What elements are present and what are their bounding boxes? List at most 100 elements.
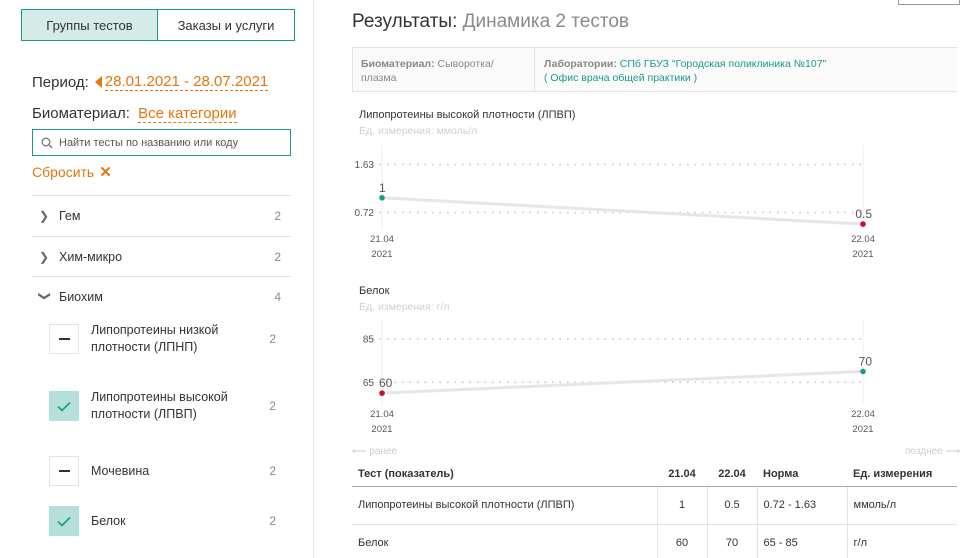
search-input[interactable] <box>59 136 279 149</box>
table-header-row: Тест (показатель) 21.04 22.04 Норма Ед. … <box>352 462 957 487</box>
arrow-left-icon: ⟵ <box>352 446 367 457</box>
data-label: 70 <box>859 354 873 368</box>
norm-label: 65 <box>363 378 375 389</box>
group-count: 2 <box>274 209 281 223</box>
chevron-right-icon: ❯ <box>39 209 50 223</box>
subtest-count: 2 <box>269 464 276 478</box>
data-point <box>379 194 385 201</box>
tab-bar: Группы тестов Заказы и услуги <box>21 9 295 41</box>
data-point <box>379 390 385 396</box>
col-norm: Норма <box>757 462 847 487</box>
next-label: позднее <box>905 446 943 457</box>
minus-icon <box>58 338 70 340</box>
next-link[interactable]: позднее ⟶ <box>905 446 960 457</box>
subtest-name: Мочевина <box>91 463 150 478</box>
chart-hdl: 1.63 0.72 1 0.5 21.04 2021 22.04 2021 <box>355 145 875 260</box>
x-tick-year: 2021 <box>371 424 392 435</box>
cell-value: 70 <box>706 524 757 558</box>
table-row: Белок 60 70 65 - 85 г/л <box>352 524 957 558</box>
checked-checkbox[interactable] <box>49 391 79 421</box>
subtest-item-ldl[interactable]: Липопротеины низкой плотности (ЛПНП) 2 <box>49 322 291 356</box>
search-box <box>32 129 291 156</box>
subtest-item-hdl[interactable]: Липопротеины высокой плотности (ЛПВП) 2 <box>49 389 291 423</box>
chart-2-unit: Ед. измерения: г/л <box>359 301 450 313</box>
period-label: Период: <box>32 73 89 91</box>
cell-unit: г/л <box>846 524 957 558</box>
data-label: 60 <box>379 376 393 390</box>
col-date-2: 22.04 <box>707 462 757 487</box>
title-main: Результаты: <box>352 11 458 32</box>
subtest-count: 2 <box>269 332 276 346</box>
period-arrow-icon[interactable] <box>94 76 102 88</box>
data-point <box>860 368 866 375</box>
chevron-right-icon: ❯ <box>39 250 50 264</box>
biomaterial-label: Биоматериал: <box>32 105 130 122</box>
close-icon: ✕ <box>99 164 112 181</box>
checked-checkbox[interactable] <box>49 506 79 536</box>
x-tick-year: 2021 <box>852 249 873 260</box>
partial-checkbox[interactable] <box>49 324 79 354</box>
lab-info-value: СПб ГБУЗ "Городская поликлиника №107" <box>619 58 827 70</box>
laboratory-info: Лаборатории: СПб ГБУЗ "Городская поликли… <box>534 48 957 91</box>
subtest-item-protein[interactable]: Белок 2 <box>49 506 291 536</box>
filter-panel: Группы тестов Заказы и услуги Период: 28… <box>0 0 314 558</box>
tab-test-groups[interactable]: Группы тестов <box>21 9 158 41</box>
norm-label: 85 <box>363 334 375 345</box>
biomaterial-info: Биоматериал: Сыворотка/ плазма <box>352 48 532 91</box>
group-count: 2 <box>274 250 281 264</box>
tab-orders-services[interactable]: Заказы и услуги <box>158 9 295 41</box>
group-item-biochem[interactable]: ❯ Биохим 4 <box>32 276 291 317</box>
cell-value: 1 <box>656 486 707 525</box>
group-item-chem-micro[interactable]: ❯ Хим-микро 2 <box>32 236 291 277</box>
arrow-right-icon: ⟶ <box>945 446 960 457</box>
subtest-name: Липопротеины высокой плотности (ЛПВП) <box>91 390 228 421</box>
lab-info-label: Лаборатории: <box>544 58 617 70</box>
lab-info-office: ( Офис врача общей практики ) <box>544 72 698 84</box>
subtest-name: Липопротеины низкой плотности (ЛПНП) <box>91 323 219 354</box>
prev-link[interactable]: ⟵ ранее <box>352 446 397 457</box>
bio-info-label: Биоматериал: <box>361 58 435 70</box>
reset-button[interactable]: Сбросить ✕ <box>32 163 112 181</box>
prev-label: ранее <box>369 446 398 457</box>
page-title: Результаты: Динамика 2 тестов <box>352 11 629 33</box>
chart-1-title: Липопротеины высокой плотности (ЛПВП) <box>359 109 576 121</box>
subtest-name: Белок <box>91 513 126 528</box>
cell-unit: ммоль/л <box>846 486 957 525</box>
chart-protein: 85 65 60 70 21.04 2021 22.04 2021 <box>363 320 875 435</box>
info-bar: Биоматериал: Сыворотка/ плазма Лаборатор… <box>352 47 957 92</box>
chart-2-title: Белок <box>359 285 390 297</box>
cell-norm: 65 - 85 <box>756 524 847 558</box>
biomaterial-filter: Биоматериал: Все категории <box>32 105 237 123</box>
search-icon <box>41 137 53 148</box>
data-label: 1 <box>379 181 386 195</box>
norm-label: 0.72 <box>355 208 375 219</box>
series-line <box>381 369 864 395</box>
chart-1-unit: Ед. измерения: ммоль/л <box>359 125 478 137</box>
period-value-link[interactable]: 28.01.2021 - 28.07.2021 <box>104 73 269 91</box>
title-subtitle: Динамика 2 тестов <box>462 11 629 32</box>
group-name: Хим-микро <box>59 250 123 264</box>
col-date-1: 21.04 <box>657 462 707 487</box>
check-icon <box>57 401 71 412</box>
subtest-item-urea[interactable]: Мочевина 2 <box>49 456 291 486</box>
table-row: Липопротеины высокой плотности (ЛПВП) 1 … <box>352 486 957 525</box>
cell-test: Белок <box>352 524 657 558</box>
partial-checkbox[interactable] <box>49 456 79 486</box>
x-tick-label: 22.04 <box>851 234 875 245</box>
group-item-gem[interactable]: ❯ Гем 2 <box>32 195 291 236</box>
cell-value: 60 <box>656 524 707 558</box>
norm-label: 1.63 <box>355 160 375 171</box>
period-filter: Период: 28.01.2021 - 28.07.2021 <box>32 73 269 91</box>
cell-test: Липопротеины высокой плотности (ЛПВП) <box>352 486 657 525</box>
x-tick-label: 21.04 <box>370 409 394 420</box>
biomaterial-value-link[interactable]: Все категории <box>138 105 237 123</box>
minus-icon <box>58 470 70 472</box>
subtest-count: 2 <box>269 514 276 528</box>
group-name: Гем <box>59 209 81 223</box>
results-table: Тест (показатель) 21.04 22.04 Норма Ед. … <box>352 462 957 558</box>
col-test: Тест (показатель) <box>352 462 657 487</box>
subtest-count: 2 <box>269 399 276 413</box>
corner-button[interactable] <box>898 0 960 5</box>
x-tick-year: 2021 <box>371 249 392 260</box>
x-tick-label: 21.04 <box>370 234 394 245</box>
